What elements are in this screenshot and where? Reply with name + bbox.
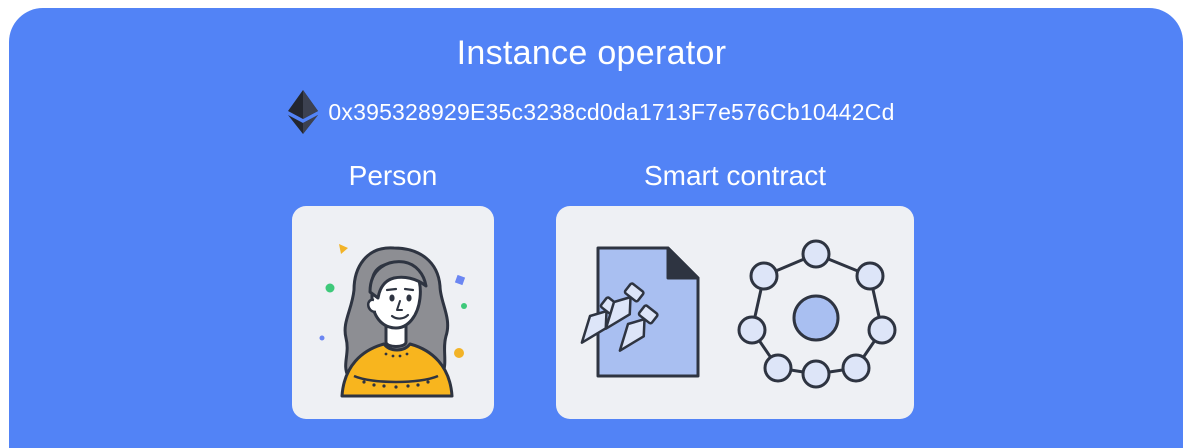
operator-address-row: 0x395328929E35c3238cd0da1713F7e576Cb1044… xyxy=(0,90,1183,134)
panel-title: Instance operator xyxy=(456,34,727,72)
smart-contract-option-card[interactable] xyxy=(556,206,914,419)
signed-document-icon xyxy=(580,246,700,378)
ethereum-icon xyxy=(288,90,319,134)
operator-address[interactable]: 0x395328929E35c3238cd0da1713F7e576Cb1044… xyxy=(328,99,894,126)
person-illustration xyxy=(319,244,467,398)
person-option-card[interactable] xyxy=(292,206,494,419)
network-nodes-icon xyxy=(737,239,897,389)
option-label-person: Person xyxy=(348,160,438,191)
option-label-smart-contract: Smart contract xyxy=(643,160,827,191)
